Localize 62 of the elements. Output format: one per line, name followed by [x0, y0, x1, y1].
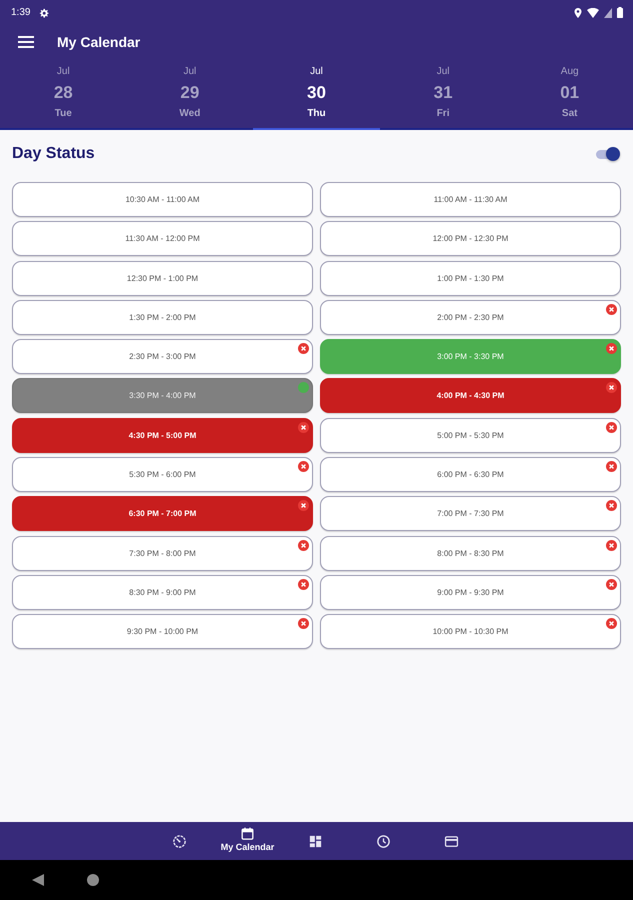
time-slot[interactable]: 7:00 PM - 7:30 PM	[320, 496, 621, 532]
dashboard-icon[interactable]	[308, 834, 323, 848]
calendar-icon[interactable]	[240, 826, 255, 841]
signal-icon	[604, 8, 612, 18]
time-slot[interactable]: 9:00 PM - 9:30 PM	[320, 574, 621, 610]
remove-icon[interactable]	[298, 500, 309, 512]
time-slot[interactable]: 10:00 PM - 10:30 PM	[320, 614, 621, 650]
time-slot[interactable]: 2:00 PM - 2:30 PM	[320, 300, 621, 335]
time-slot[interactable]: 8:00 PM - 8:30 PM	[320, 536, 621, 571]
nav-item[interactable]: My Calendar	[214, 822, 282, 860]
date-tab[interactable]: Jul 28 Tue	[0, 58, 127, 130]
time-slot[interactable]: 7:30 PM - 8:00 PM	[12, 536, 313, 571]
location-icon	[574, 8, 582, 18]
date-tab[interactable]: Jul 31 Fri	[380, 58, 506, 130]
remove-icon[interactable]	[606, 618, 617, 630]
time-slot[interactable]: 1:30 PM - 2:00 PM	[12, 300, 313, 335]
remove-icon[interactable]	[606, 578, 617, 590]
status-time: 1:39	[11, 7, 30, 18]
back-icon[interactable]	[31, 873, 45, 887]
remove-icon[interactable]	[298, 578, 309, 590]
wifi-icon	[587, 8, 599, 18]
remove-icon[interactable]	[606, 461, 617, 472]
date-tab[interactable]: Jul 30 Thu	[253, 58, 380, 130]
timer-icon[interactable]	[172, 834, 187, 848]
remove-icon[interactable]	[606, 500, 617, 512]
time-slot[interactable]: 10:30 AM - 11:00 AM	[12, 182, 313, 217]
time-slot[interactable]: 1:00 PM - 1:30 PM	[320, 260, 621, 296]
menu-icon[interactable]	[18, 36, 34, 48]
remove-icon[interactable]	[606, 382, 617, 394]
time-slot[interactable]: 11:00 AM - 11:30 AM	[320, 182, 621, 217]
date-tab[interactable]: Aug 01 Sat	[506, 58, 633, 130]
time-slot[interactable]: 12:30 PM - 1:00 PM	[12, 260, 313, 296]
remove-icon[interactable]	[606, 343, 617, 354]
remove-icon[interactable]	[298, 618, 309, 630]
remove-icon[interactable]	[606, 304, 617, 315]
time-slot[interactable]: 3:30 PM - 4:00 PM	[12, 378, 313, 414]
remove-icon[interactable]	[298, 422, 309, 433]
clock-icon[interactable]	[376, 834, 391, 848]
time-slot[interactable]: 6:00 PM - 6:30 PM	[320, 457, 621, 492]
time-slot[interactable]: 4:30 PM - 5:00 PM	[12, 418, 313, 453]
time-slot[interactable]: 5:00 PM - 5:30 PM	[320, 418, 621, 453]
time-slot[interactable]: 8:30 PM - 9:00 PM	[12, 574, 313, 610]
remove-icon[interactable]	[606, 540, 617, 551]
time-slot[interactable]: 12:00 PM - 12:30 PM	[320, 221, 621, 256]
time-slot[interactable]: 9:30 PM - 10:00 PM	[12, 614, 313, 650]
remove-icon[interactable]	[606, 422, 617, 433]
time-slot[interactable]: 4:00 PM - 4:30 PM	[320, 378, 621, 414]
remove-icon[interactable]	[298, 461, 309, 472]
remove-icon[interactable]	[298, 343, 309, 354]
time-slot[interactable]: 11:30 AM - 12:00 PM	[12, 221, 313, 256]
toggle-switch[interactable]	[596, 147, 620, 161]
battery-icon	[617, 7, 623, 18]
time-slot[interactable]: 2:30 PM - 3:00 PM	[12, 339, 313, 374]
app-title: My Calendar	[57, 34, 140, 50]
card-icon[interactable]	[444, 834, 459, 848]
time-slot[interactable]: 6:30 PM - 7:00 PM	[12, 496, 313, 532]
date-tab[interactable]: Jul 29 Wed	[126, 58, 254, 130]
gear-icon	[39, 8, 50, 18]
time-slot[interactable]: 5:30 PM - 6:00 PM	[12, 457, 313, 492]
home-icon[interactable]	[87, 874, 99, 886]
remove-icon[interactable]	[298, 540, 309, 551]
section-title: Day Status	[12, 145, 95, 163]
